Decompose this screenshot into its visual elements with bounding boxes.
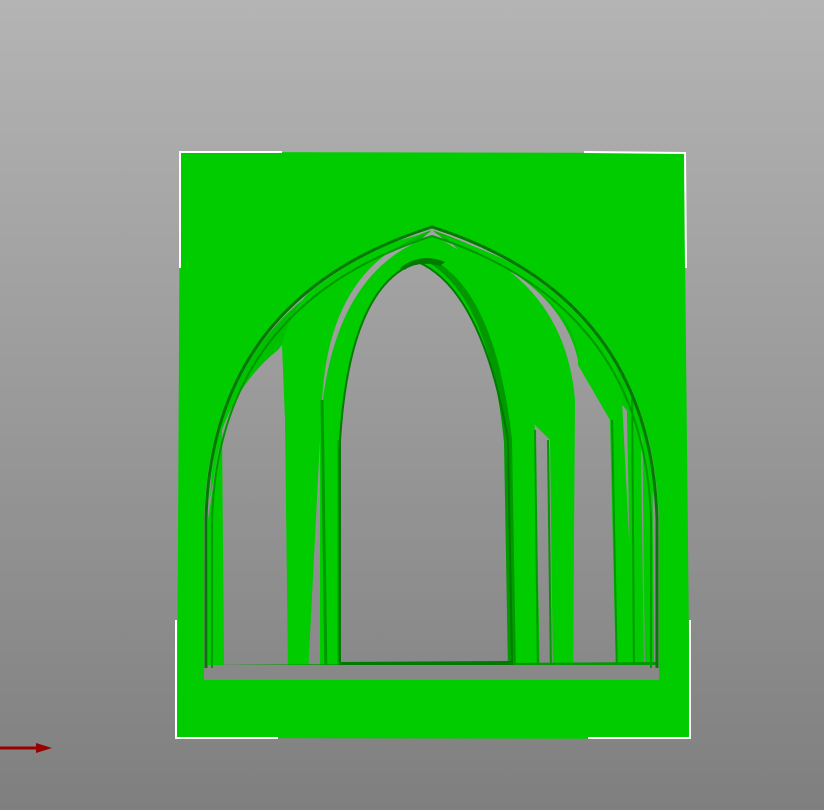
3d-viewport[interactable] <box>0 0 824 810</box>
viewport-canvas[interactable] <box>0 0 824 810</box>
